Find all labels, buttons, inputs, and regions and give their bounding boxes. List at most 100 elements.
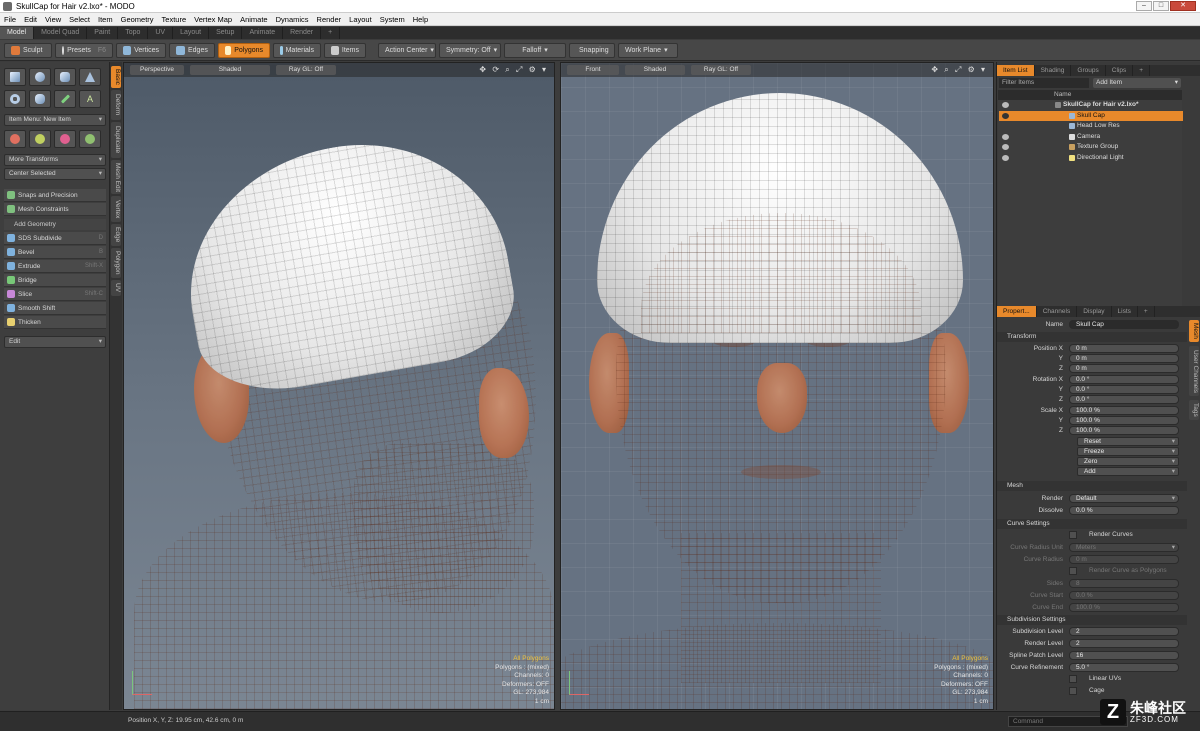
capsule-primitive-button[interactable] [29,90,51,108]
vtab-mesh-edit[interactable]: Mesh Edit [111,160,121,194]
side-tab-user-channels[interactable]: User Channels [1189,346,1199,396]
item-menu-dropdown[interactable]: Item Menu: New Item ▾ [4,114,106,126]
render-curves-checkbox[interactable] [1069,531,1077,539]
scale-z-field[interactable]: 100.0 % [1069,426,1179,435]
tab-item-list[interactable]: Item List [997,65,1035,76]
close-button[interactable]: ✕ [1170,1,1196,11]
scale-x-field[interactable]: 100.0 % [1069,406,1179,415]
menu-layout[interactable]: Layout [345,13,376,26]
scale-y-field[interactable]: 100.0 % [1069,416,1179,425]
visibility-eye-icon[interactable] [1002,144,1009,150]
tab-render[interactable]: Render [283,27,322,39]
bridge-button[interactable]: Bridge [4,274,106,287]
curve-start-field[interactable]: 0.0 % [1069,591,1179,600]
render-curve-polygons-checkbox[interactable] [1069,567,1077,575]
tab-add[interactable]: + [321,27,341,39]
side-tab-tags[interactable]: Tags [1189,400,1199,420]
menu-animate[interactable]: Animate [236,13,272,26]
render-level-field[interactable]: 2 [1069,639,1179,648]
presets-button[interactable]: Presets F6 [55,42,113,58]
torus-primitive-button[interactable] [4,90,26,108]
vtab-deform[interactable]: Deform [111,90,121,120]
menu-geometry[interactable]: Geometry [117,13,158,26]
tab-setup[interactable]: Setup [209,27,243,39]
transform-tool-button[interactable] [79,130,101,148]
column-header-name[interactable]: Name [998,90,1182,100]
tab-clips[interactable]: Clips [1106,65,1134,76]
extrude-button[interactable]: Extrude Shift-X [4,260,106,273]
shading-dropdown[interactable]: Shaded [625,65,685,75]
vtab-uv[interactable]: UV [111,280,121,296]
vtab-duplicate[interactable]: Duplicate [111,122,121,158]
edit-dropdown[interactable]: Edit ▾ [4,336,106,348]
action-center-dropdown[interactable]: Action Center ▾ [378,42,436,58]
add-dropdown[interactable]: Add [1077,467,1179,476]
tree-row-skull-cap[interactable]: Skull Cap [999,110,1183,121]
snaps-precision-button[interactable]: Snaps and Precision [4,189,106,202]
tree-row-camera[interactable]: Camera [999,132,1183,143]
tab-animate[interactable]: Animate [242,27,284,39]
cage-checkbox[interactable] [1069,687,1077,695]
tab-display[interactable]: Display [1077,306,1112,317]
tab-model[interactable]: Model [0,27,35,39]
materials-button[interactable]: Materials [273,42,321,58]
visibility-eye-icon[interactable] [1002,154,1009,161]
rotate-tool-button[interactable] [29,130,51,148]
menu-texture[interactable]: Texture [158,13,191,26]
tab-topo[interactable]: Topo [118,27,149,39]
tab-channels[interactable]: Channels [1037,306,1078,317]
perspective-viewport[interactable]: Perspective Shaded Ray GL: Off ✥ ⟳ ⌕ ⤢ ⚙… [123,62,555,710]
vtab-edge[interactable]: Edge [111,224,121,246]
more-transforms-dropdown[interactable]: More Transforms ▾ [4,154,106,166]
minimize-button[interactable]: – [1136,1,1152,11]
position-z-field[interactable]: 0 m [1069,364,1179,373]
raygl-toggle[interactable]: Ray GL: Off [275,65,336,75]
menu-view[interactable]: View [41,13,65,26]
subdivision-level-field[interactable]: 2 [1069,627,1179,636]
slice-button[interactable]: Slice Shift-C [4,288,106,301]
menu-render[interactable]: Render [313,13,346,26]
visibility-eye-icon[interactable] [1002,102,1009,108]
rotation-z-field[interactable]: 0.0 ° [1069,395,1179,404]
mesh-section[interactable]: Mesh [997,481,1187,491]
curve-radius-unit-dropdown[interactable]: Meters [1069,543,1179,552]
tab-layout[interactable]: Layout [173,27,210,39]
position-y-field[interactable]: 0 m [1069,354,1179,363]
rotation-y-field[interactable]: 0.0 ° [1069,385,1179,394]
items-button[interactable]: Items [324,42,366,58]
zero-dropdown[interactable]: Zero [1077,457,1179,466]
projection-dropdown[interactable]: Front [567,65,619,75]
tab-model-quad[interactable]: Model Quad [34,27,88,39]
curve-settings-section[interactable]: Curve Settings [997,519,1187,529]
falloff-dropdown[interactable]: Falloff ▾ [504,42,566,58]
mesh-constraints-button[interactable]: Mesh Constraints [4,203,106,216]
curve-button[interactable] [54,90,76,108]
cone-primitive-button[interactable] [79,68,101,86]
edges-button[interactable]: Edges [169,42,215,58]
visibility-eye-icon[interactable] [1002,133,1009,140]
dissolve-field[interactable]: 0.0 % [1069,506,1179,515]
tree-row-texture-group[interactable]: Texture Group [999,142,1183,153]
move-tool-button[interactable] [4,130,26,148]
tab-add[interactable]: + [1133,65,1150,76]
sides-field[interactable]: 8 [1069,579,1179,588]
scale-tool-button[interactable] [54,130,76,148]
tree-row-scene[interactable]: SkullCap for Hair v2.lxo* [999,100,1183,111]
front-viewport[interactable]: Front Shaded Ray GL: Off ✥ ⌕ ⤢ ⚙ ▾ All P… [560,62,994,710]
menu-file[interactable]: File [0,13,20,26]
reset-dropdown[interactable]: Reset [1077,437,1179,446]
curve-end-field[interactable]: 100.0 % [1069,603,1179,612]
snapping-button[interactable]: Snapping [569,42,615,58]
side-tab-mesh[interactable]: Mesh [1189,320,1199,342]
viewport-nav-icons[interactable]: ✥ ⟳ ⌕ ⤢ ⚙ ▾ [479,65,548,75]
projection-dropdown[interactable]: Perspective [130,65,184,75]
center-selected-dropdown[interactable]: Center Selected ▾ [4,168,106,180]
text-button[interactable]: A [79,90,101,108]
vtab-vertex[interactable]: Vertex [111,196,121,222]
bevel-button[interactable]: Bevel B [4,246,106,259]
render-dropdown[interactable]: Default [1069,494,1179,503]
linear-uvs-checkbox[interactable] [1069,675,1077,683]
tab-properties[interactable]: Propert... [997,306,1037,317]
smooth-shift-button[interactable]: Smooth Shift [4,302,106,315]
maximize-button[interactable]: □ [1153,1,1169,11]
